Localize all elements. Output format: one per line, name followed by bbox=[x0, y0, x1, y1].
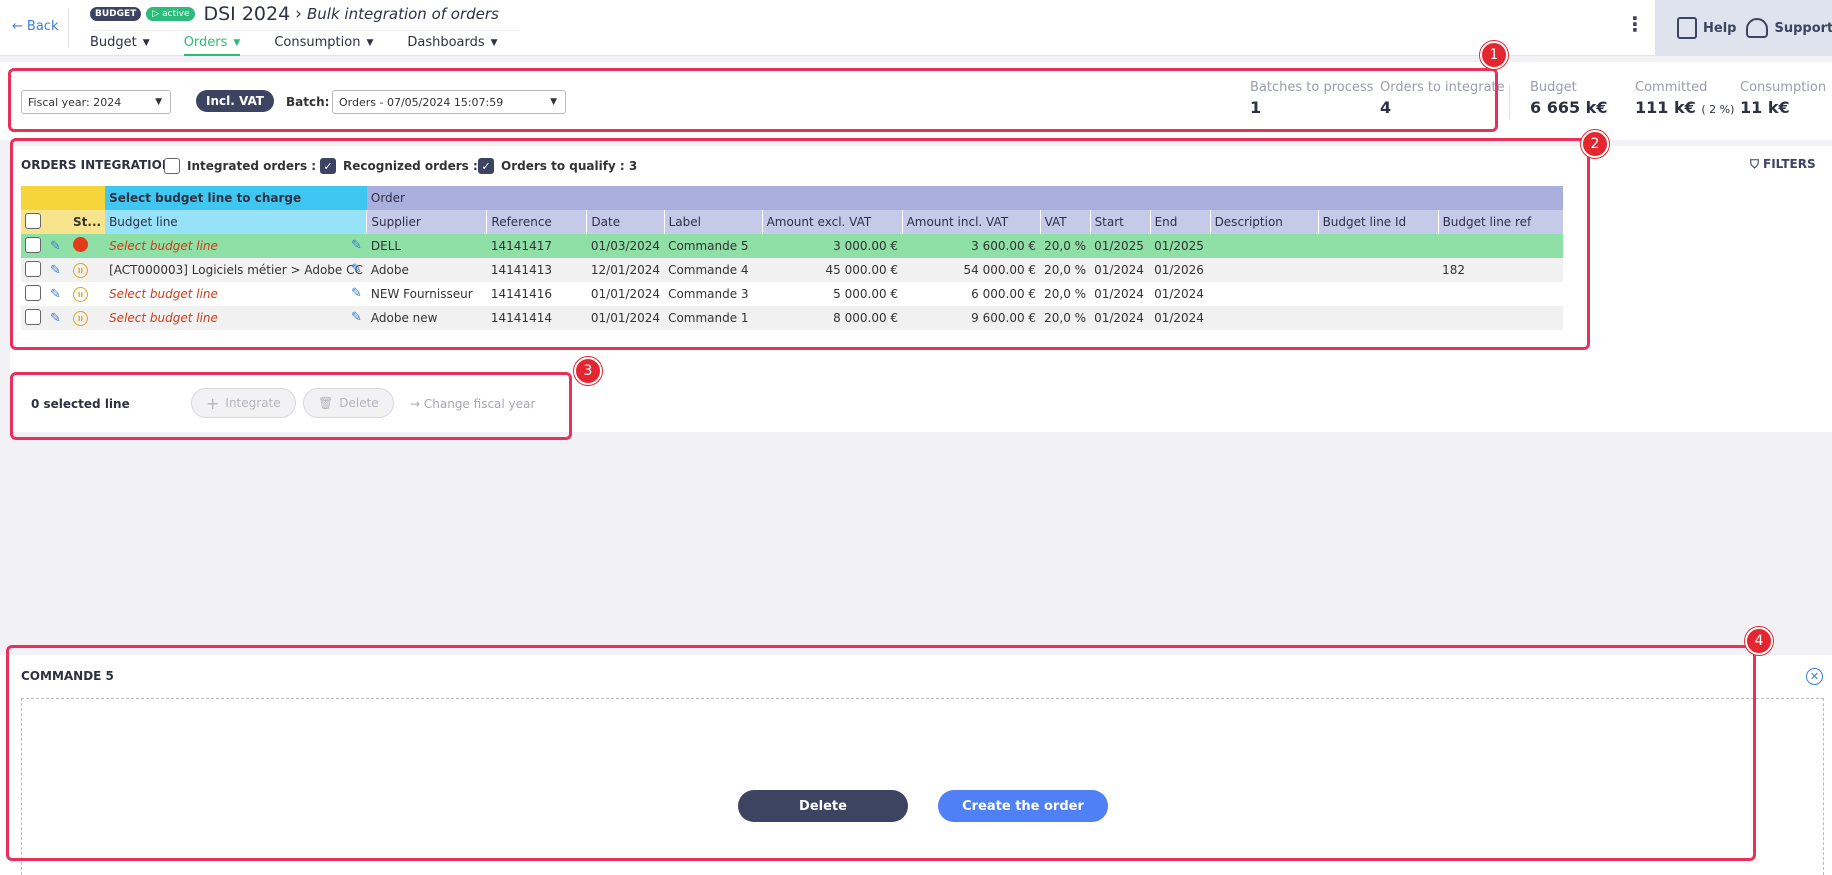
callout-marker-3: 3 bbox=[574, 357, 602, 385]
header-divider bbox=[68, 8, 69, 48]
callout-marker-2: 2 bbox=[1581, 130, 1609, 158]
callout-box-2 bbox=[10, 138, 1590, 350]
more-vertical-icon[interactable]: ⋮ bbox=[1625, 14, 1645, 34]
close-icon[interactable]: ✕ bbox=[1806, 668, 1823, 685]
support-button[interactable]: Support bbox=[1746, 18, 1832, 38]
arrow-left-icon: ← bbox=[12, 19, 23, 34]
callout-box-3 bbox=[10, 372, 572, 440]
callout-box-1 bbox=[8, 68, 1498, 132]
budget-badge: BUDGET bbox=[90, 7, 142, 21]
filters-button[interactable]: ⛉ FILTERS bbox=[1750, 157, 1816, 172]
callout-box-4 bbox=[6, 645, 1756, 861]
play-icon: ▷ bbox=[152, 9, 163, 19]
funnel-icon: ⛉ bbox=[1750, 157, 1760, 171]
kpi-committed: Committed 111 k€ ( 2 %) bbox=[1635, 80, 1735, 117]
kpi-budget: Budget 6 665 k€ bbox=[1530, 80, 1608, 117]
chevron-down-icon: ▼ bbox=[142, 38, 150, 48]
app-title[interactable]: DSI 2024 bbox=[203, 3, 290, 25]
nav-orders[interactable]: Orders ▼ bbox=[183, 31, 241, 56]
book-icon bbox=[1677, 17, 1697, 39]
page-title: Bulk integration of orders bbox=[306, 5, 499, 23]
chevron-down-icon: ▼ bbox=[233, 38, 241, 48]
kpi-consumption: Consumption 11 k€ bbox=[1740, 80, 1827, 117]
callout-marker-4: 4 bbox=[1745, 627, 1773, 655]
nav-consumption[interactable]: Consumption ▼ bbox=[274, 31, 373, 56]
nav-budget[interactable]: Budget ▼ bbox=[90, 31, 150, 56]
status-badge: ▷ active bbox=[146, 7, 196, 21]
nav-dashboards[interactable]: Dashboards ▼ bbox=[407, 31, 497, 56]
kpi-divider bbox=[1509, 85, 1510, 119]
chevron-right-icon: › bbox=[295, 4, 302, 24]
main-nav: Budget ▼ Orders ▼ Consumption ▼ Dashboards ▼ bbox=[90, 30, 520, 56]
headset-icon bbox=[1746, 18, 1769, 38]
back-link[interactable]: ← Back bbox=[12, 19, 58, 34]
title-row: BUDGET ▷ active DSI 2024 › Bulk integrat… bbox=[90, 3, 499, 25]
chevron-down-icon: ▼ bbox=[490, 38, 498, 48]
chevron-down-icon: ▼ bbox=[366, 38, 374, 48]
help-support-area: Help Support bbox=[1655, 0, 1832, 56]
help-button[interactable]: Help bbox=[1677, 17, 1736, 39]
app-header: ← Back BUDGET ▷ active DSI 2024 › Bulk i… bbox=[0, 0, 1832, 56]
callout-marker-1: 1 bbox=[1480, 41, 1508, 69]
